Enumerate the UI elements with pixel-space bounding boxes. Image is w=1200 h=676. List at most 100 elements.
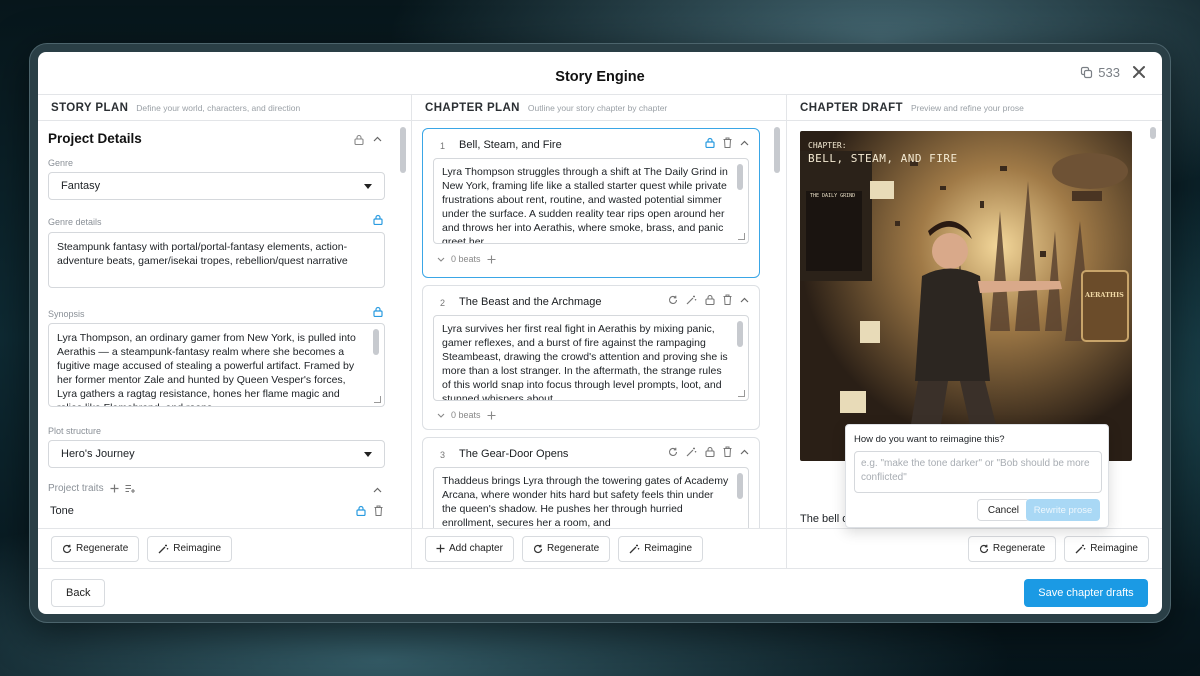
genre-details-field[interactable]: Steampunk fantasy with portal/portal-fan… — [48, 232, 385, 288]
illustration-board-title: THE DAILY GRIND — [810, 193, 856, 199]
trash-icon[interactable] — [723, 137, 732, 148]
reimagine-button[interactable]: Reimagine — [147, 535, 233, 562]
chapter-draft-title: CHAPTER DRAFT — [800, 101, 903, 114]
chapter-summary: Thaddeus brings Lyra through the towerin… — [442, 475, 729, 528]
chapter-number: 2 — [440, 298, 446, 308]
add-chapter-label: Add chapter — [449, 543, 503, 554]
chevron-down-icon[interactable] — [437, 257, 445, 262]
summary-scrollbar[interactable] — [737, 321, 743, 347]
regenerate-button[interactable]: Regenerate — [51, 535, 140, 562]
trash-icon[interactable] — [723, 446, 732, 457]
chapter-card[interactable]: 3 The Gear-Door Opens Thaddeus brings Ly… — [422, 437, 760, 528]
magic-wand-icon[interactable] — [686, 295, 697, 305]
credits-value: 533 — [1098, 65, 1120, 80]
synopsis-scrollbar[interactable] — [373, 329, 379, 355]
refresh-icon — [533, 544, 543, 553]
story-plan-scrollbar[interactable] — [400, 127, 406, 173]
lock-icon[interactable] — [373, 214, 383, 225]
chapter-summary-field[interactable]: Thaddeus brings Lyra through the towerin… — [433, 467, 749, 528]
reimagine-input[interactable]: e.g. "make the tone darker" or "Bob shou… — [854, 451, 1102, 493]
magic-wand-icon — [629, 544, 640, 553]
refresh-icon — [62, 544, 72, 553]
dropdown-caret-icon — [364, 184, 372, 189]
reimagine-button[interactable]: Reimagine — [1064, 535, 1149, 562]
story-plan-subtitle: Define your world, characters, and direc… — [136, 102, 301, 113]
modal-title: Story Engine — [555, 69, 645, 85]
trash-icon[interactable] — [374, 505, 383, 516]
back-button[interactable]: Back — [51, 579, 106, 607]
regenerate-label: Regenerate — [76, 543, 129, 554]
resize-handle-icon[interactable] — [374, 396, 381, 403]
regenerate-button[interactable]: Regenerate — [521, 535, 611, 562]
regenerate-button[interactable]: Regenerate — [967, 535, 1057, 562]
beats-count: 0 beats — [451, 254, 481, 264]
trait-tone-label: Tone — [50, 505, 74, 517]
genre-details-label: Genre details — [48, 217, 102, 227]
story-engine-modal: Story Engine 533 STORY PLAN Define your … — [38, 52, 1162, 614]
plus-icon — [436, 544, 445, 553]
magic-wand-icon[interactable] — [686, 447, 697, 457]
cancel-button[interactable]: Cancel — [976, 499, 1030, 521]
save-chapter-drafts-button[interactable]: Save chapter drafts — [1024, 579, 1148, 607]
chapter-plan-title: CHAPTER PLAN — [425, 101, 520, 114]
chevron-up-icon[interactable] — [373, 487, 382, 493]
chapter-draft-subtitle: Preview and refine your prose — [910, 102, 1024, 113]
chapter-number: 1 — [440, 141, 446, 151]
chevron-up-icon[interactable] — [740, 449, 749, 455]
chapter-card[interactable]: 2 The Beast and the Archmage Lyra surviv… — [422, 285, 760, 430]
beats-count: 0 beats — [451, 410, 481, 420]
chevron-up-icon[interactable] — [740, 140, 749, 146]
chapter-draft-scrollbar[interactable] — [1150, 127, 1156, 139]
credits-icon — [1081, 66, 1093, 79]
story-plan-title: STORY PLAN — [51, 101, 129, 114]
genre-select[interactable]: Fantasy — [48, 172, 385, 200]
chevron-up-icon[interactable] — [373, 136, 382, 142]
chapter-plan-scrollbar[interactable] — [774, 127, 780, 173]
lock-icon[interactable] — [705, 137, 715, 148]
chevron-up-icon[interactable] — [740, 297, 749, 303]
reimagine-label: Reimagine — [173, 543, 222, 554]
plus-icon[interactable] — [487, 255, 496, 264]
lock-icon[interactable] — [356, 505, 366, 516]
story-plan-column: STORY PLAN Define your world, characters… — [38, 95, 412, 568]
synopsis-label: Synopsis — [48, 309, 85, 319]
resize-handle-icon[interactable] — [738, 233, 745, 240]
chapter-card[interactable]: 1 Bell, Steam, and Fire Lyra Thompson st… — [422, 128, 760, 278]
add-chapter-button[interactable]: Add chapter — [425, 535, 514, 562]
summary-scrollbar[interactable] — [737, 473, 743, 499]
resize-handle-icon[interactable] — [738, 390, 745, 397]
dropdown-caret-icon — [364, 452, 372, 457]
chevron-down-icon[interactable] — [437, 413, 445, 418]
illustration-sign-text: AERATHIS — [1085, 291, 1124, 299]
add-list-icon[interactable] — [125, 484, 136, 493]
lock-icon[interactable] — [705, 446, 715, 457]
refresh-icon[interactable] — [668, 447, 678, 457]
reimagine-label: Reimagine — [644, 543, 693, 554]
chapter-title: The Gear-Door Opens — [459, 448, 569, 460]
summary-scrollbar[interactable] — [737, 164, 743, 190]
rewrite-prose-button[interactable]: Rewrite prose — [1026, 499, 1100, 521]
reimagine-label: Reimagine — [1090, 543, 1138, 554]
chapter-summary: Lyra Thompson struggles through a shift … — [442, 166, 728, 244]
genre-value: Fantasy — [61, 180, 101, 192]
chapter-summary: Lyra survives her first real fight in Ae… — [442, 323, 728, 401]
chapter-summary-field[interactable]: Lyra survives her first real fight in Ae… — [433, 315, 749, 401]
magic-wand-icon — [158, 544, 169, 553]
lock-icon[interactable] — [354, 134, 364, 145]
plus-icon[interactable] — [487, 411, 496, 420]
trash-icon[interactable] — [723, 294, 732, 305]
modal-header: Story Engine 533 — [38, 52, 1162, 94]
plot-structure-select[interactable]: Hero's Journey — [48, 440, 385, 468]
lock-icon[interactable] — [373, 306, 383, 317]
plus-icon[interactable] — [110, 484, 119, 493]
genre-label: Genre — [48, 158, 74, 168]
reimagine-button[interactable]: Reimagine — [618, 535, 704, 562]
synopsis-field[interactable]: Lyra Thompson, an ordinary gamer from Ne… — [48, 323, 385, 407]
lock-icon[interactable] — [705, 294, 715, 305]
close-icon[interactable] — [1128, 61, 1150, 83]
plot-structure-label: Plot structure — [48, 426, 102, 436]
chapter-plan-subtitle: Outline your story chapter by chapter — [527, 102, 668, 113]
project-traits-label: Project traits — [48, 483, 104, 494]
chapter-summary-field[interactable]: Lyra Thompson struggles through a shift … — [433, 158, 749, 244]
refresh-icon[interactable] — [668, 295, 678, 305]
